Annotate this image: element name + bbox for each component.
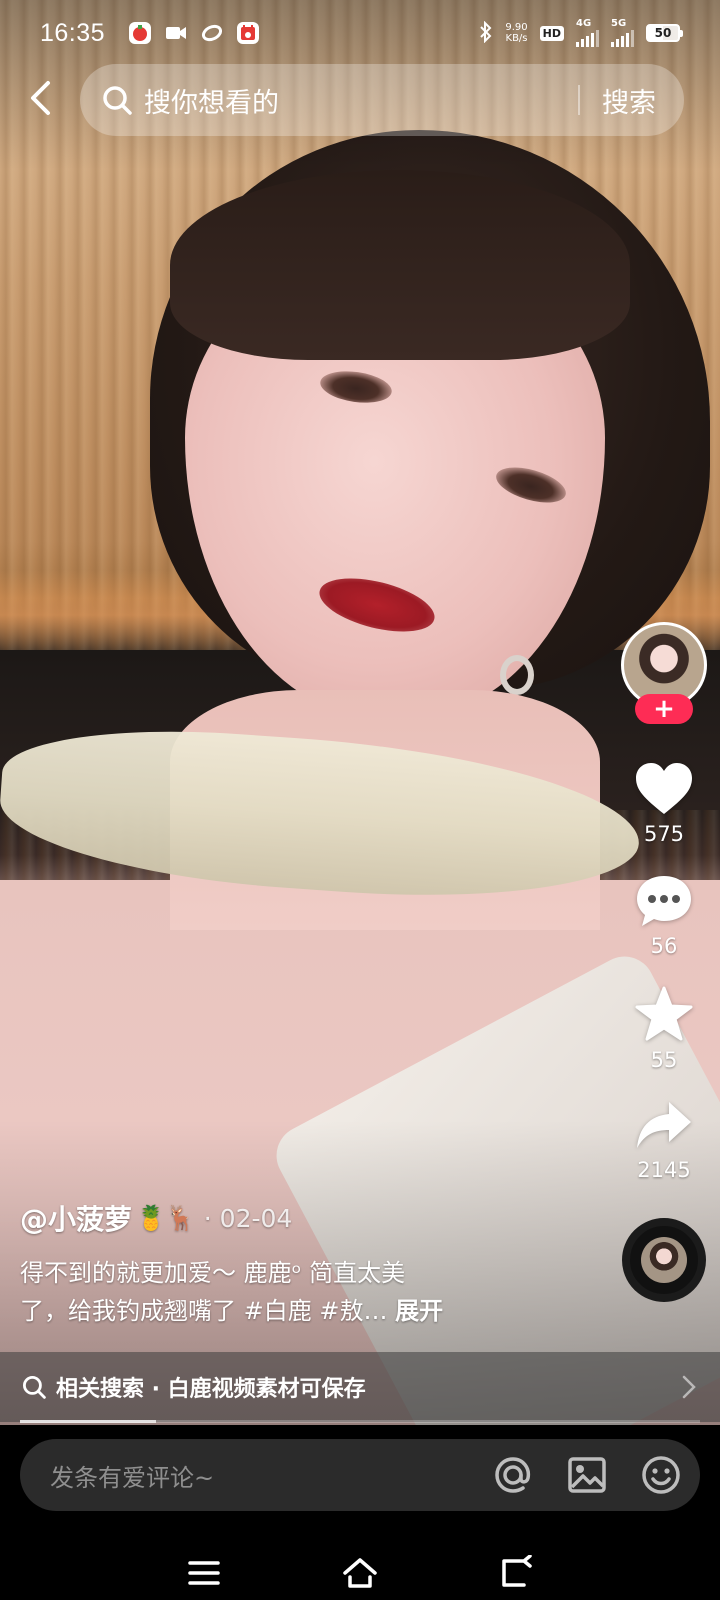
author-name[interactable]: @小菠萝 [20, 1198, 132, 1238]
author-avatar-group: + [618, 622, 710, 732]
music-cover [641, 1237, 687, 1283]
back-button[interactable] [20, 78, 60, 118]
chevron-right-icon [682, 1375, 696, 1399]
search-divider [578, 85, 580, 115]
share-action[interactable]: 2145 [618, 1100, 710, 1182]
signal-bars-icon [611, 29, 634, 47]
like-action[interactable]: 575 [618, 762, 710, 846]
search-button[interactable]: 搜索 [602, 81, 656, 120]
caption-line: 了，给我钓成翘嘴了 #白鹿 #敖… [20, 1297, 396, 1325]
menu-icon[interactable] [186, 1555, 222, 1591]
sim2-signal: 5G [611, 19, 634, 47]
action-column: + 575 56 55 2145 [618, 622, 710, 1302]
calendar-app-icon [237, 22, 260, 44]
status-time: 16:35 [40, 18, 106, 47]
like-count: 575 [643, 822, 685, 846]
back-nav-icon[interactable] [498, 1554, 534, 1591]
share-count: 2145 [637, 1158, 691, 1182]
video-progress-fill [20, 1420, 156, 1423]
status-bar: 16:35 9.90 KB/s HD 4G 5G 50 [0, 0, 720, 66]
video-progress-bar[interactable] [20, 1420, 700, 1423]
tomato-app-icon [129, 22, 152, 44]
at-mention-icon[interactable] [492, 1454, 534, 1496]
battery-icon: 50 [646, 24, 683, 42]
follow-button[interactable]: + [635, 694, 693, 724]
network-speed-unit: KB/s [505, 33, 528, 44]
author-emojis: 🍍🦌 [136, 1204, 196, 1232]
home-icon[interactable] [342, 1555, 378, 1591]
bluetooth-icon [479, 20, 493, 46]
status-app-icons [129, 22, 260, 44]
expand-caption-button[interactable]: 展开 [395, 1297, 443, 1325]
music-disc[interactable] [622, 1218, 706, 1302]
sim1-network-label: 4G [576, 18, 592, 29]
post-caption[interactable]: 得不到的就更加爱〜 鹿鹿ᵒ 简直太美 了，给我钓成翘嘴了 #白鹿 #敖… 展开 [20, 1254, 580, 1330]
caption-line: 得不到的就更加爱〜 鹿鹿ᵒ 简直太美 [20, 1259, 406, 1287]
status-indicators: 9.90 KB/s HD 4G 5G 50 [479, 19, 683, 47]
bottom-area: 发条有爱评论~ [0, 1425, 720, 1600]
video-subject-bangs [170, 170, 630, 360]
network-speed: 9.90 KB/s [505, 22, 527, 44]
chevron-left-icon [31, 81, 50, 115]
related-search-bar[interactable]: 相关搜索 · 白鹿视频素材可保存 [0, 1352, 720, 1422]
signal-bars-icon [576, 29, 599, 47]
share-arrow-icon [637, 1102, 691, 1148]
search-input[interactable]: 搜你想看的 [144, 81, 578, 120]
favorite-action[interactable]: 55 [618, 986, 710, 1072]
link-app-icon [201, 22, 223, 44]
heart-icon [636, 763, 692, 814]
author-line: @小菠萝 🍍🦌 · 02-04 [20, 1198, 292, 1238]
sim1-signal: 4G [576, 19, 599, 47]
post-date: · 02-04 [203, 1203, 293, 1233]
comment-action[interactable]: 56 [618, 874, 710, 958]
search-icon [103, 86, 132, 115]
network-speed-value: 9.90 [505, 22, 528, 33]
video-camera-icon [165, 22, 187, 44]
comment-input[interactable]: 发条有爱评论~ [20, 1439, 700, 1511]
comment-placeholder[interactable]: 发条有爱评论~ [50, 1458, 492, 1493]
favorite-count: 55 [650, 1048, 678, 1072]
caption-line-2: 了，给我钓成翘嘴了 #白鹿 #敖… 展开 [20, 1292, 580, 1330]
hd-badge: HD [539, 25, 564, 41]
image-icon[interactable] [566, 1454, 608, 1496]
system-navigation-bar [0, 1545, 720, 1600]
related-search-label: 相关搜索 · 白鹿视频素材可保存 [56, 1377, 366, 1402]
comment-tools [492, 1454, 682, 1496]
search-bar[interactable]: 搜你想看的 搜索 [80, 64, 684, 136]
star-icon [635, 986, 693, 1041]
search-icon [23, 1376, 46, 1399]
comment-count: 56 [650, 934, 678, 958]
comment-icon [637, 876, 691, 926]
sim2-network-label: 5G [611, 18, 627, 29]
video-subject-earring [500, 655, 534, 695]
emoji-icon[interactable] [640, 1454, 682, 1496]
